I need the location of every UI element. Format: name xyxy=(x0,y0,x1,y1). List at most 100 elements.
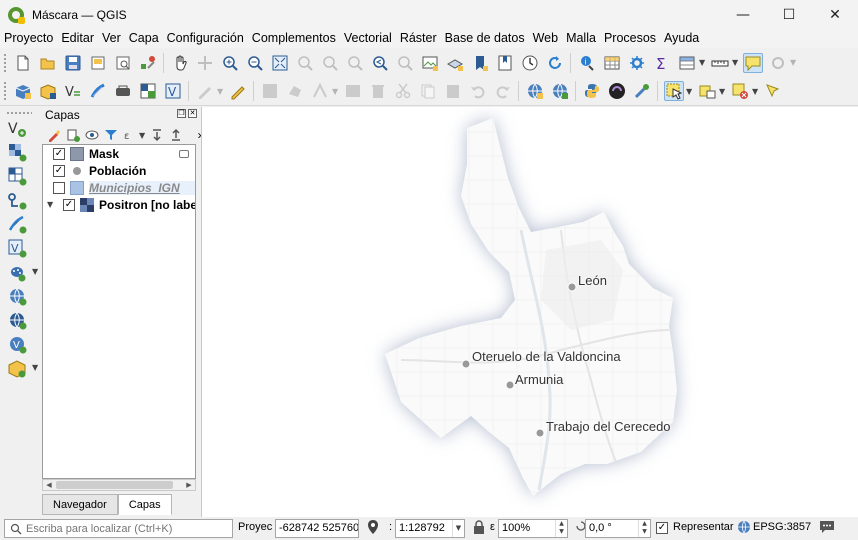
toolbar-grip[interactable] xyxy=(6,111,32,115)
layout-manager-icon[interactable] xyxy=(113,53,133,73)
processing-toolbox-icon[interactable] xyxy=(627,53,647,73)
add-arcgis-layer-icon[interactable]: ▼ xyxy=(6,357,38,379)
select-by-value-dropdown-icon[interactable]: ▼ xyxy=(719,87,727,96)
add-wcs-layer-icon[interactable] xyxy=(6,309,28,331)
refresh-icon[interactable] xyxy=(545,53,565,73)
map-tips-icon[interactable] xyxy=(742,52,763,73)
layer-visibility-checkbox[interactable]: ✓ xyxy=(53,147,65,160)
crs-globe-icon[interactable] xyxy=(737,520,751,537)
add-point-cloud-layer-icon[interactable]: ▼ xyxy=(6,261,38,283)
statistical-summary-icon[interactable]: Σ xyxy=(652,53,672,73)
menu-malla[interactable]: Malla xyxy=(562,29,600,48)
lock-scale-icon[interactable] xyxy=(473,520,485,537)
menu-vectorial[interactable]: Vectorial xyxy=(340,29,396,48)
temporal-controller-icon[interactable] xyxy=(520,53,540,73)
wms-layer-icon[interactable] xyxy=(525,81,545,101)
add-wfs-layer-icon[interactable]: V xyxy=(6,333,28,355)
tab-capas[interactable]: Capas xyxy=(117,494,172,515)
toggle-editing-icon[interactable] xyxy=(228,81,248,101)
manage-map-themes-icon[interactable] xyxy=(84,127,100,143)
layer-visibility-checkbox[interactable]: ✓ xyxy=(63,198,75,211)
messages-icon[interactable] xyxy=(819,520,835,537)
layer-row-positron[interactable]: ▼ ✓ Positron [no labels] xyxy=(43,196,195,213)
new-geopackage-layer-icon[interactable] xyxy=(6,141,28,163)
pan-to-selection-icon[interactable] xyxy=(195,53,215,73)
open-field-calculator-icon[interactable] xyxy=(677,53,697,73)
filter-dropdown-icon[interactable]: ▼ xyxy=(139,131,147,140)
pan-map-icon[interactable] xyxy=(170,53,190,73)
map-tips-settings-icon[interactable] xyxy=(768,53,788,73)
layer-row-municipios[interactable]: Municipios_IGN xyxy=(43,179,195,196)
layer-visibility-checkbox[interactable]: ✓ xyxy=(53,164,65,177)
maximize-button[interactable]: ☐ xyxy=(766,0,812,29)
menu-procesos[interactable]: Procesos xyxy=(600,29,660,48)
place-point-trabajo[interactable] xyxy=(535,428,545,438)
spin-up-icon[interactable]: ▲ xyxy=(639,520,650,528)
new-bookmark-icon[interactable] xyxy=(470,53,490,73)
menu-ayuda[interactable]: Ayuda xyxy=(660,29,703,48)
rotation-spinner[interactable]: ▲ ▼ xyxy=(638,520,650,537)
layer-embedded-icon[interactable] xyxy=(179,149,189,158)
menu-capa[interactable]: Capa xyxy=(125,29,163,48)
rotation-field[interactable]: 0,0 ° ▲ ▼ xyxy=(585,519,651,538)
identify-features-icon[interactable]: i xyxy=(577,53,597,73)
menu-web[interactable]: Web xyxy=(529,29,562,48)
add-feature-icon[interactable] xyxy=(285,81,305,101)
open-layer-styling-icon[interactable] xyxy=(46,127,62,143)
new-temporary-layer-icon[interactable] xyxy=(6,213,28,235)
magnifier-field[interactable]: 100% ▲ ▼ xyxy=(498,519,568,538)
coordinate-field[interactable]: -628742 5257604 xyxy=(275,519,359,538)
add-vector-layer-icon[interactable] xyxy=(38,81,58,101)
layer-tree-horizontal-scrollbar[interactable]: ◀ ▶ xyxy=(42,479,196,491)
map-tips-dropdown-icon[interactable]: ▼ xyxy=(790,58,798,67)
add-spatialite-icon[interactable] xyxy=(88,81,108,101)
add-wms-layer-icon[interactable] xyxy=(6,285,28,307)
menu-proyecto[interactable]: Proyecto xyxy=(0,29,57,48)
deselect-features-icon[interactable] xyxy=(730,81,750,101)
add-delimited-text-icon[interactable]: V xyxy=(63,81,83,101)
modify-attributes-icon[interactable] xyxy=(343,81,363,101)
save-project-icon[interactable] xyxy=(63,53,83,73)
new-map-view-icon[interactable] xyxy=(420,53,440,73)
zoom-to-selection-icon[interactable] xyxy=(295,53,315,73)
new-shapefile-layer-icon[interactable]: V xyxy=(6,117,28,139)
magnifier-spinner[interactable]: ▲ ▼ xyxy=(555,520,567,537)
menu-configuracion[interactable]: Configuración xyxy=(163,29,248,48)
obs-plugin-icon[interactable] xyxy=(607,81,627,101)
plugin-tool-icon[interactable] xyxy=(632,81,652,101)
place-point-armunia[interactable] xyxy=(505,380,515,390)
zoom-out-icon[interactable] xyxy=(245,53,265,73)
zoom-in-icon[interactable] xyxy=(220,53,240,73)
redo-icon[interactable] xyxy=(493,81,513,101)
scroll-right-icon[interactable]: ▶ xyxy=(183,480,195,490)
map-canvas[interactable]: León Oteruelo de la Valdoncina Armunia T… xyxy=(201,107,858,517)
render-checkbox[interactable]: ✓ xyxy=(656,522,668,534)
float-panel-button[interactable]: ❐ xyxy=(177,109,186,118)
menu-ver[interactable]: Ver xyxy=(98,29,125,48)
scroll-left-icon[interactable]: ◀ xyxy=(43,480,55,490)
zoom-last-icon[interactable] xyxy=(370,53,390,73)
current-edits-dropdown-icon[interactable]: ▼ xyxy=(217,87,225,96)
save-edits-icon[interactable] xyxy=(260,81,280,101)
zoom-next-icon[interactable] xyxy=(395,53,415,73)
menu-raster[interactable]: Ráster xyxy=(396,29,441,48)
new-spatialite-layer-icon[interactable] xyxy=(6,165,28,187)
measure-dropdown-icon[interactable]: ▼ xyxy=(732,58,740,67)
tab-navegador[interactable]: Navegador xyxy=(42,494,118,515)
spin-up-icon[interactable]: ▲ xyxy=(556,520,567,528)
new-project-icon[interactable] xyxy=(13,53,33,73)
toolbar-grip[interactable] xyxy=(3,81,7,101)
expand-all-icon[interactable] xyxy=(149,127,165,143)
vertex-tool-icon[interactable] xyxy=(310,81,330,101)
layer-row-mask[interactable]: ✓ Mask xyxy=(43,145,195,162)
layer-visibility-checkbox[interactable] xyxy=(53,181,65,194)
show-bookmarks-icon[interactable] xyxy=(495,53,515,73)
add-group-icon[interactable] xyxy=(65,127,81,143)
scale-field[interactable]: 1:128792 ▼ xyxy=(395,519,465,538)
locator-input[interactable] xyxy=(26,522,226,535)
close-panel-button[interactable]: ✕ xyxy=(188,109,197,118)
menu-complementos[interactable]: Complementos xyxy=(248,29,340,48)
collapse-all-icon[interactable] xyxy=(168,127,184,143)
copy-features-icon[interactable] xyxy=(418,81,438,101)
add-raster-layer-icon[interactable] xyxy=(138,81,158,101)
